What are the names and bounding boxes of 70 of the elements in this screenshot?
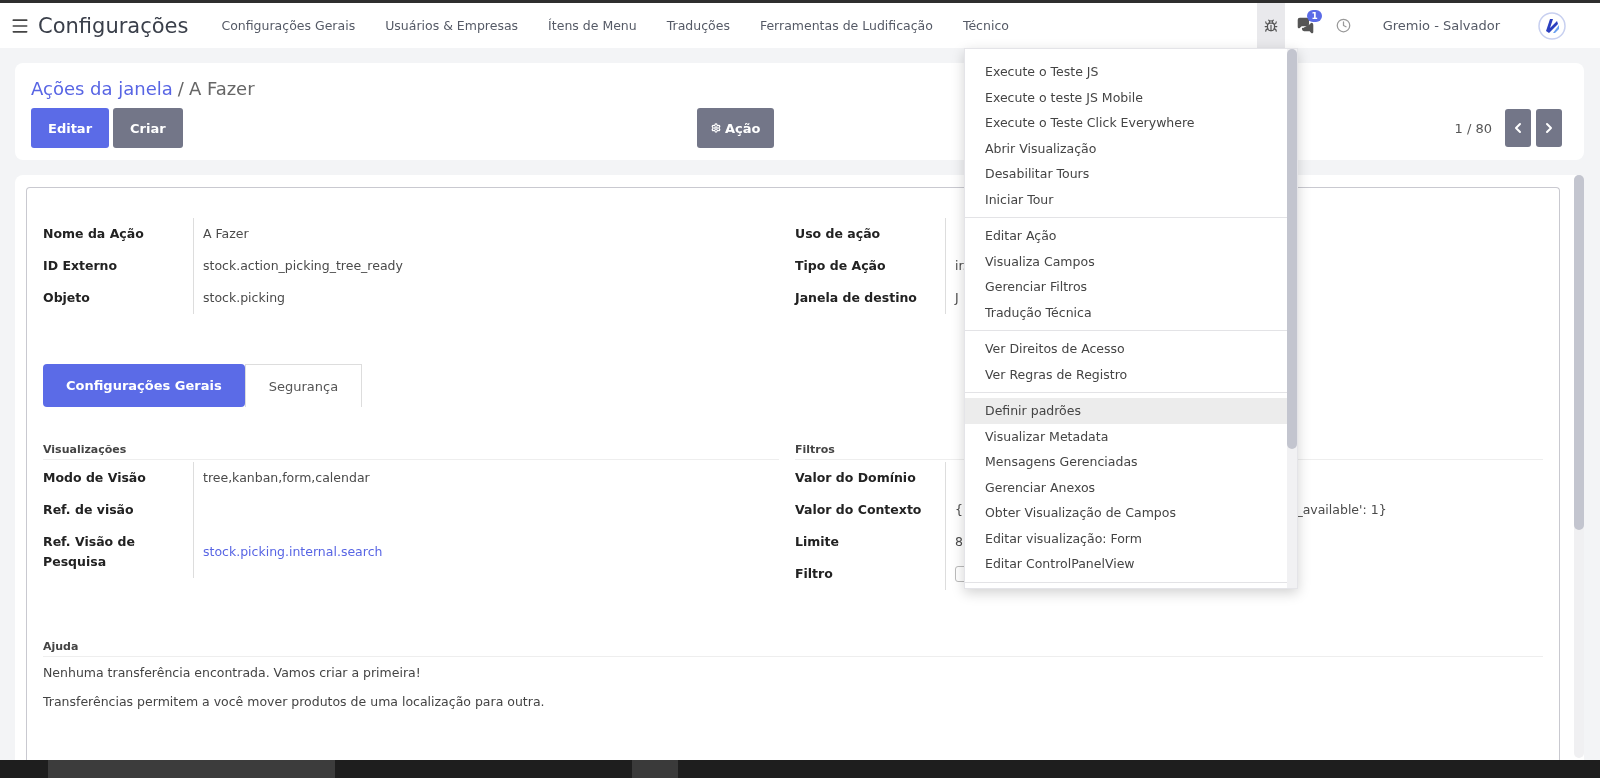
field-value: _available': 1} — [1296, 501, 1387, 519]
nav-menu-item[interactable]: Usuários & Empresas — [370, 18, 534, 33]
app-title: Configurações — [38, 13, 189, 38]
field-label: Nome da Ação — [43, 225, 145, 243]
dropdown-item[interactable]: Gerenciar Filtros — [965, 274, 1287, 300]
dropdown-scrollbar[interactable] — [1287, 49, 1297, 588]
dropdown-item[interactable]: Editar visualização: Form — [965, 525, 1287, 551]
messages-icon[interactable] — [1296, 17, 1314, 34]
gear-icon — [711, 123, 721, 133]
field-label: Limite — [795, 533, 840, 551]
action-button[interactable]: Ação — [697, 108, 775, 148]
company-logo-icon[interactable] — [1538, 11, 1566, 40]
field-label: Modo de Visão — [43, 469, 147, 487]
field-value: J — [955, 289, 959, 307]
next-button[interactable] — [1536, 109, 1562, 147]
field-value: 8 — [955, 533, 963, 551]
field-label: Janela de destino — [795, 289, 918, 307]
pager-counter: 1 / 80 — [1454, 120, 1492, 136]
dropdown-item[interactable]: Editar Ação — [965, 223, 1287, 249]
dropdown-item[interactable]: Definir padrões — [965, 398, 1287, 424]
tab[interactable]: Configurações Gerais — [43, 364, 245, 407]
dropdown-item[interactable]: Gerenciar Anexos — [965, 474, 1287, 500]
field-value: stock.picking — [203, 289, 285, 307]
dropdown-item[interactable]: Iniciar Tour — [965, 186, 1287, 212]
field-label: Uso de ação — [795, 225, 882, 243]
field-label: Ref. de visão — [43, 501, 135, 519]
field-label: ID Externo — [43, 257, 119, 275]
section-title: Ajuda — [43, 640, 1543, 657]
dropdown-item[interactable]: Obter Visualização de Campos — [965, 500, 1287, 526]
create-button[interactable]: Criar — [113, 108, 183, 148]
dropdown-item[interactable]: Visualiza Campos — [965, 248, 1287, 274]
debug-button[interactable] — [1256, 3, 1285, 48]
dropdown-item[interactable]: Abrir Visualização — [965, 135, 1287, 161]
previous-button[interactable] — [1505, 109, 1531, 147]
dropdown-item[interactable]: Tradução Técnica — [965, 299, 1287, 325]
field-label: Valor do Domínio — [795, 469, 917, 487]
dropdown-item[interactable]: Execute o teste JS Mobile — [965, 84, 1287, 110]
user-name[interactable]: Gremio - Salvador — [1382, 18, 1500, 33]
nav-menu-item[interactable]: Técnico — [947, 18, 1024, 33]
nav-menu-item[interactable]: Ferramentas de Ludificação — [744, 18, 948, 33]
dropdown-item[interactable]: Execute o Teste Click Everywhere — [965, 110, 1287, 136]
nav-menu-item[interactable]: Ítens de Menu — [533, 18, 652, 33]
breadcrumb-separator: / — [177, 78, 184, 99]
field-value: A Fazer — [203, 225, 249, 243]
field-value: stock.action_picking_tree_ready — [203, 257, 403, 275]
field-link[interactable]: stock.picking.internal.search — [203, 542, 383, 562]
field-label: Ref. Visão de Pesquisa — [43, 533, 136, 571]
field-label: Valor do Contexto — [795, 501, 923, 519]
edit-button[interactable]: Editar — [31, 108, 110, 148]
field-label: Filtro — [795, 565, 834, 583]
field-label: Tipo de Ação — [795, 257, 887, 275]
bug-icon[interactable] — [1263, 18, 1278, 33]
dropdown-item[interactable]: Desabilitar Tours — [965, 161, 1287, 187]
clock-icon[interactable] — [1335, 18, 1351, 33]
field-label: Objeto — [43, 289, 91, 307]
nav-menu-item[interactable]: Configurações Gerais — [206, 18, 371, 33]
section-title: Visualizações — [43, 443, 779, 460]
dropdown-item[interactable]: Ver Direitos de Acesso — [965, 336, 1287, 362]
scrollbar[interactable] — [1574, 175, 1584, 758]
breadcrumb-current: A Fazer — [188, 78, 255, 99]
field-value: tree,kanban,form,calendar — [203, 469, 370, 487]
help-text: Transferências permitem a você mover produtos de uma localização para outra. — [43, 694, 546, 709]
tab[interactable]: Segurança — [244, 364, 363, 407]
message-count-badge: 1 — [1307, 10, 1322, 22]
help-text: Nenhuma transferência encontrada. Vamos criar a primeira! — [43, 665, 422, 680]
nav-menu-item[interactable]: Traduções — [651, 18, 745, 33]
dropdown-item[interactable]: Ver Regras de Registro — [965, 361, 1287, 387]
dropdown-item[interactable]: Editar ControlPanelView — [965, 551, 1287, 577]
dropdown-item[interactable]: Execute o Teste JS — [965, 59, 1287, 85]
breadcrumb-link[interactable]: Ações da janela — [31, 78, 173, 99]
